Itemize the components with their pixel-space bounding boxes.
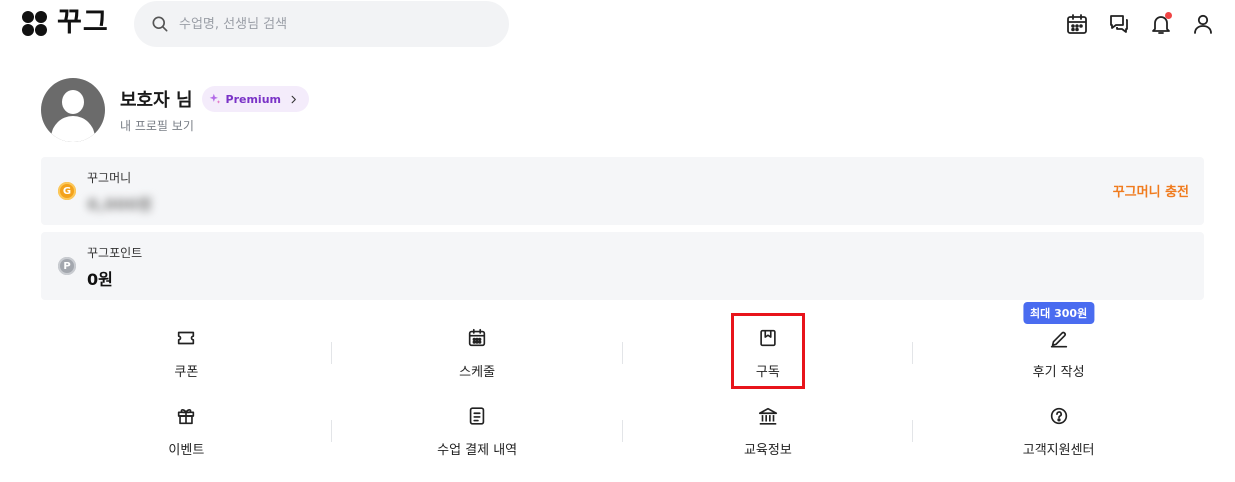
logo[interactable]: 꾸그 [22, 8, 109, 38]
sparkle-icon [209, 93, 220, 104]
user-icon[interactable] [1189, 10, 1217, 38]
ticket-icon [178, 331, 195, 345]
menu-item-coupon[interactable]: 쿠폰 [41, 312, 332, 390]
search-bar[interactable] [134, 1, 509, 47]
menu-grid: 쿠폰 스케줄 구독 최대 300원 후기 작성 이벤트 수업 결제 내역 교육정… [41, 302, 1204, 468]
search-input[interactable] [179, 16, 479, 32]
menu-label: 이벤트 [168, 443, 205, 458]
bell-icon[interactable] [1147, 10, 1175, 38]
point-label: 꾸그포인트 [87, 246, 143, 260]
menu-item-review[interactable]: 최대 300원 후기 작성 [913, 302, 1204, 390]
question-icon [1050, 407, 1067, 425]
menu-item-event[interactable]: 이벤트 [41, 390, 332, 468]
reward-badge: 최대 300원 [1023, 302, 1095, 324]
menu-label: 수업 결제 내역 [437, 443, 518, 458]
calendar-icon [468, 328, 486, 347]
notification-dot [1165, 12, 1172, 19]
logo-icon [22, 10, 47, 36]
top-header: 꾸그 [0, 0, 1235, 48]
point-card: P 꾸그포인트 0원 [41, 232, 1204, 300]
coin-g-icon: G [58, 182, 76, 200]
chevron-right-icon [291, 95, 296, 103]
money-card: G 꾸그머니 0,000원 꾸그머니 충전 [41, 157, 1204, 225]
menu-label: 교육정보 [743, 443, 792, 458]
search-icon [152, 16, 168, 32]
menu-item-schedule[interactable]: 스케줄 [332, 312, 623, 390]
money-value: 0,000원 [87, 195, 153, 214]
gift-icon [178, 409, 195, 425]
avatar[interactable] [41, 78, 105, 142]
menu-item-support[interactable]: 고객지원센터 [913, 390, 1204, 468]
menu-item-edu-info[interactable]: 교육정보 [623, 390, 914, 468]
money-label: 꾸그머니 [87, 171, 132, 185]
logo-text: 꾸그 [57, 7, 109, 38]
profile-name: 보호자 님 [120, 90, 193, 111]
menu-label: 스케줄 [459, 365, 496, 380]
money-charge-link[interactable]: 꾸그머니 충전 [1113, 181, 1189, 200]
premium-label: Premium [225, 92, 281, 106]
view-profile-link[interactable]: 내 프로필 보기 [120, 117, 309, 134]
point-value: 0원 [87, 270, 113, 289]
menu-label: 쿠폰 [174, 365, 199, 380]
receipt-icon [469, 407, 485, 425]
premium-badge[interactable]: Premium [201, 86, 309, 112]
calendar-icon[interactable] [1063, 10, 1091, 38]
coin-p-icon: P [58, 257, 76, 275]
menu-item-payment-history[interactable]: 수업 결제 내역 [332, 390, 623, 468]
header-actions [1063, 10, 1217, 38]
profile-section: 보호자 님 Premium 내 프로필 보기 [41, 78, 309, 142]
bank-icon [758, 407, 777, 425]
menu-label: 후기 작성 [1032, 365, 1085, 380]
chat-icon[interactable] [1105, 10, 1133, 38]
pen-icon [1050, 331, 1067, 348]
menu-label: 고객지원센터 [1022, 443, 1095, 458]
highlight-box [731, 313, 805, 389]
